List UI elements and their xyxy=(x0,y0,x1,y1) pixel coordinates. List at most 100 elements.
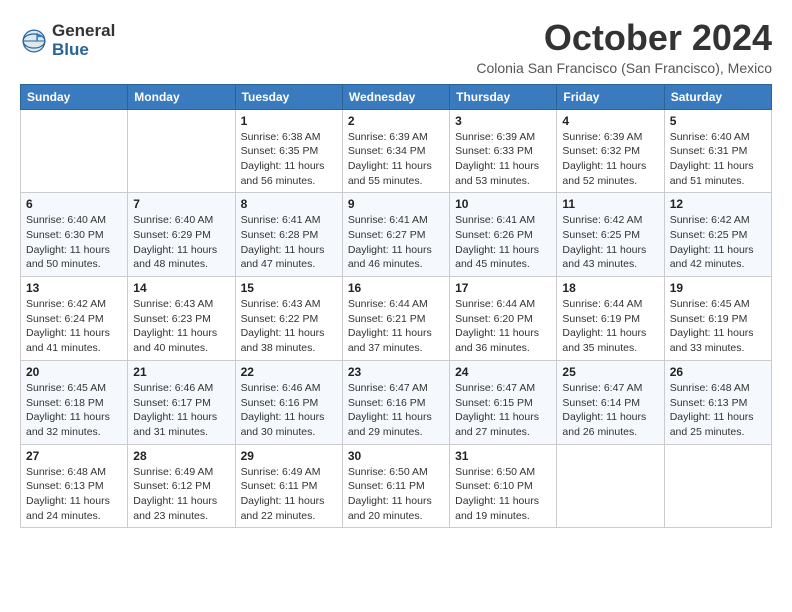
calendar-cell: 3Sunrise: 6:39 AM Sunset: 6:33 PM Daylig… xyxy=(450,109,557,193)
calendar-cell: 18 Sunrise: 6:44 AM Sunset: 6:19 PM Dayli… xyxy=(557,277,664,361)
day-info: Sunrise: 6:49 AM Sunset: 6:11 PM Dayligh… xyxy=(241,465,337,524)
calendar-cell: 23 Sunrise: 6:47 AM Sunset: 6:16 PM Dayli… xyxy=(342,360,449,444)
day-info: Sunrise: 6:42 AM Sunset: 6:25 PM Dayligh… xyxy=(670,213,766,272)
calendar-cell: 13Sunrise: 6:42 AM Sunset: 6:24 PM Dayli… xyxy=(21,277,128,361)
calendar-cell: 1 Sunrise: 6:38 AM Sunset: 6:35 PM Daylig… xyxy=(235,109,342,193)
day-number: 26 xyxy=(670,365,766,379)
day-number: 14 xyxy=(133,281,229,295)
calendar-cell: 25Sunrise: 6:47 AM Sunset: 6:14 PM Dayli… xyxy=(557,360,664,444)
calendar-cell: 24Sunrise: 6:47 AM Sunset: 6:15 PM Dayli… xyxy=(450,360,557,444)
day-info: Sunrise: 6:44 AM Sunset: 6:19 PM Dayligh… xyxy=(562,297,658,356)
day-info: Sunrise: 6:39 AM Sunset: 6:34 PM Dayligh… xyxy=(348,130,444,189)
logo-blue: Blue xyxy=(52,40,89,59)
header-row: Sunday Monday Tuesday Wednesday Thursday… xyxy=(21,84,772,109)
day-info: Sunrise: 6:43 AM Sunset: 6:22 PM Dayligh… xyxy=(241,297,337,356)
calendar-cell: 9Sunrise: 6:41 AM Sunset: 6:27 PM Daylig… xyxy=(342,193,449,277)
day-number: 4 xyxy=(562,114,658,128)
day-info: Sunrise: 6:46 AM Sunset: 6:17 PM Dayligh… xyxy=(133,381,229,440)
day-info: Sunrise: 6:41 AM Sunset: 6:26 PM Dayligh… xyxy=(455,213,551,272)
calendar-cell: 28 Sunrise: 6:49 AM Sunset: 6:12 PM Dayli… xyxy=(128,444,235,528)
day-info: Sunrise: 6:41 AM Sunset: 6:28 PM Dayligh… xyxy=(241,213,337,272)
day-info: Sunrise: 6:40 AM Sunset: 6:31 PM Dayligh… xyxy=(670,130,766,189)
day-info: Sunrise: 6:45 AM Sunset: 6:18 PM Dayligh… xyxy=(26,381,122,440)
calendar-cell: 6Sunrise: 6:40 AM Sunset: 6:30 PM Daylig… xyxy=(21,193,128,277)
col-tuesday: Tuesday xyxy=(235,84,342,109)
calendar-cell: 14 Sunrise: 6:43 AM Sunset: 6:23 PM Dayli… xyxy=(128,277,235,361)
day-info: Sunrise: 6:43 AM Sunset: 6:23 PM Dayligh… xyxy=(133,297,229,356)
day-info: Sunrise: 6:42 AM Sunset: 6:25 PM Dayligh… xyxy=(562,213,658,272)
calendar-table: Sunday Monday Tuesday Wednesday Thursday… xyxy=(20,84,772,529)
day-number: 16 xyxy=(348,281,444,295)
calendar-cell: 4 Sunrise: 6:39 AM Sunset: 6:32 PM Daylig… xyxy=(557,109,664,193)
calendar-cell: 16Sunrise: 6:44 AM Sunset: 6:21 PM Dayli… xyxy=(342,277,449,361)
day-info: Sunrise: 6:50 AM Sunset: 6:11 PM Dayligh… xyxy=(348,465,444,524)
day-info: Sunrise: 6:40 AM Sunset: 6:30 PM Dayligh… xyxy=(26,213,122,272)
day-number: 21 xyxy=(133,365,229,379)
calendar-cell: 2 Sunrise: 6:39 AM Sunset: 6:34 PM Daylig… xyxy=(342,109,449,193)
day-number: 12 xyxy=(670,197,766,211)
calendar-cell: 15 Sunrise: 6:43 AM Sunset: 6:22 PM Dayli… xyxy=(235,277,342,361)
col-monday: Monday xyxy=(128,84,235,109)
calendar-cell: 19 Sunrise: 6:45 AM Sunset: 6:19 PM Dayli… xyxy=(664,277,771,361)
calendar-cell xyxy=(664,444,771,528)
logo: General Blue xyxy=(20,22,115,59)
calendar-cell xyxy=(21,109,128,193)
day-number: 2 xyxy=(348,114,444,128)
day-number: 24 xyxy=(455,365,551,379)
day-number: 23 xyxy=(348,365,444,379)
day-info: Sunrise: 6:40 AM Sunset: 6:29 PM Dayligh… xyxy=(133,213,229,272)
col-friday: Friday xyxy=(557,84,664,109)
calendar-cell: 11 Sunrise: 6:42 AM Sunset: 6:25 PM Dayli… xyxy=(557,193,664,277)
day-number: 18 xyxy=(562,281,658,295)
day-number: 15 xyxy=(241,281,337,295)
day-info: Sunrise: 6:48 AM Sunset: 6:13 PM Dayligh… xyxy=(670,381,766,440)
day-info: Sunrise: 6:45 AM Sunset: 6:19 PM Dayligh… xyxy=(670,297,766,356)
day-number: 1 xyxy=(241,114,337,128)
day-number: 29 xyxy=(241,449,337,463)
calendar-cell: 20 Sunrise: 6:45 AM Sunset: 6:18 PM Dayli… xyxy=(21,360,128,444)
calendar-cell: 17 Sunrise: 6:44 AM Sunset: 6:20 PM Dayli… xyxy=(450,277,557,361)
day-number: 11 xyxy=(562,197,658,211)
col-wednesday: Wednesday xyxy=(342,84,449,109)
col-saturday: Saturday xyxy=(664,84,771,109)
col-thursday: Thursday xyxy=(450,84,557,109)
day-number: 10 xyxy=(455,197,551,211)
day-number: 17 xyxy=(455,281,551,295)
calendar-cell: 29 Sunrise: 6:49 AM Sunset: 6:11 PM Dayli… xyxy=(235,444,342,528)
calendar-cell: 10 Sunrise: 6:41 AM Sunset: 6:26 PM Dayli… xyxy=(450,193,557,277)
day-info: Sunrise: 6:49 AM Sunset: 6:12 PM Dayligh… xyxy=(133,465,229,524)
day-number: 8 xyxy=(241,197,337,211)
day-info: Sunrise: 6:44 AM Sunset: 6:20 PM Dayligh… xyxy=(455,297,551,356)
day-info: Sunrise: 6:50 AM Sunset: 6:10 PM Dayligh… xyxy=(455,465,551,524)
day-number: 28 xyxy=(133,449,229,463)
calendar-week-3: 13Sunrise: 6:42 AM Sunset: 6:24 PM Dayli… xyxy=(21,277,772,361)
calendar-cell: 30 Sunrise: 6:50 AM Sunset: 6:11 PM Dayli… xyxy=(342,444,449,528)
day-info: Sunrise: 6:39 AM Sunset: 6:33 PM Dayligh… xyxy=(455,130,551,189)
calendar-cell: 31Sunrise: 6:50 AM Sunset: 6:10 PM Dayli… xyxy=(450,444,557,528)
calendar-cell: 21 Sunrise: 6:46 AM Sunset: 6:17 PM Dayli… xyxy=(128,360,235,444)
header: General Blue October 2024 Colonia San Fr… xyxy=(20,18,772,76)
day-info: Sunrise: 6:48 AM Sunset: 6:13 PM Dayligh… xyxy=(26,465,122,524)
subtitle: Colonia San Francisco (San Francisco), M… xyxy=(476,60,772,76)
day-number: 30 xyxy=(348,449,444,463)
calendar-cell: 8 Sunrise: 6:41 AM Sunset: 6:28 PM Daylig… xyxy=(235,193,342,277)
day-info: Sunrise: 6:38 AM Sunset: 6:35 PM Dayligh… xyxy=(241,130,337,189)
calendar-week-2: 6Sunrise: 6:40 AM Sunset: 6:30 PM Daylig… xyxy=(21,193,772,277)
day-info: Sunrise: 6:41 AM Sunset: 6:27 PM Dayligh… xyxy=(348,213,444,272)
day-info: Sunrise: 6:47 AM Sunset: 6:16 PM Dayligh… xyxy=(348,381,444,440)
page: General Blue October 2024 Colonia San Fr… xyxy=(0,0,792,544)
day-info: Sunrise: 6:46 AM Sunset: 6:16 PM Dayligh… xyxy=(241,381,337,440)
calendar-cell: 7 Sunrise: 6:40 AM Sunset: 6:29 PM Daylig… xyxy=(128,193,235,277)
calendar-cell: 12 Sunrise: 6:42 AM Sunset: 6:25 PM Dayli… xyxy=(664,193,771,277)
day-info: Sunrise: 6:39 AM Sunset: 6:32 PM Dayligh… xyxy=(562,130,658,189)
col-sunday: Sunday xyxy=(21,84,128,109)
month-title: October 2024 xyxy=(476,18,772,58)
day-number: 20 xyxy=(26,365,122,379)
calendar-week-5: 27Sunrise: 6:48 AM Sunset: 6:13 PM Dayli… xyxy=(21,444,772,528)
day-info: Sunrise: 6:47 AM Sunset: 6:14 PM Dayligh… xyxy=(562,381,658,440)
calendar-cell: 22 Sunrise: 6:46 AM Sunset: 6:16 PM Dayli… xyxy=(235,360,342,444)
calendar-cell: 27Sunrise: 6:48 AM Sunset: 6:13 PM Dayli… xyxy=(21,444,128,528)
day-number: 7 xyxy=(133,197,229,211)
day-number: 22 xyxy=(241,365,337,379)
day-number: 19 xyxy=(670,281,766,295)
